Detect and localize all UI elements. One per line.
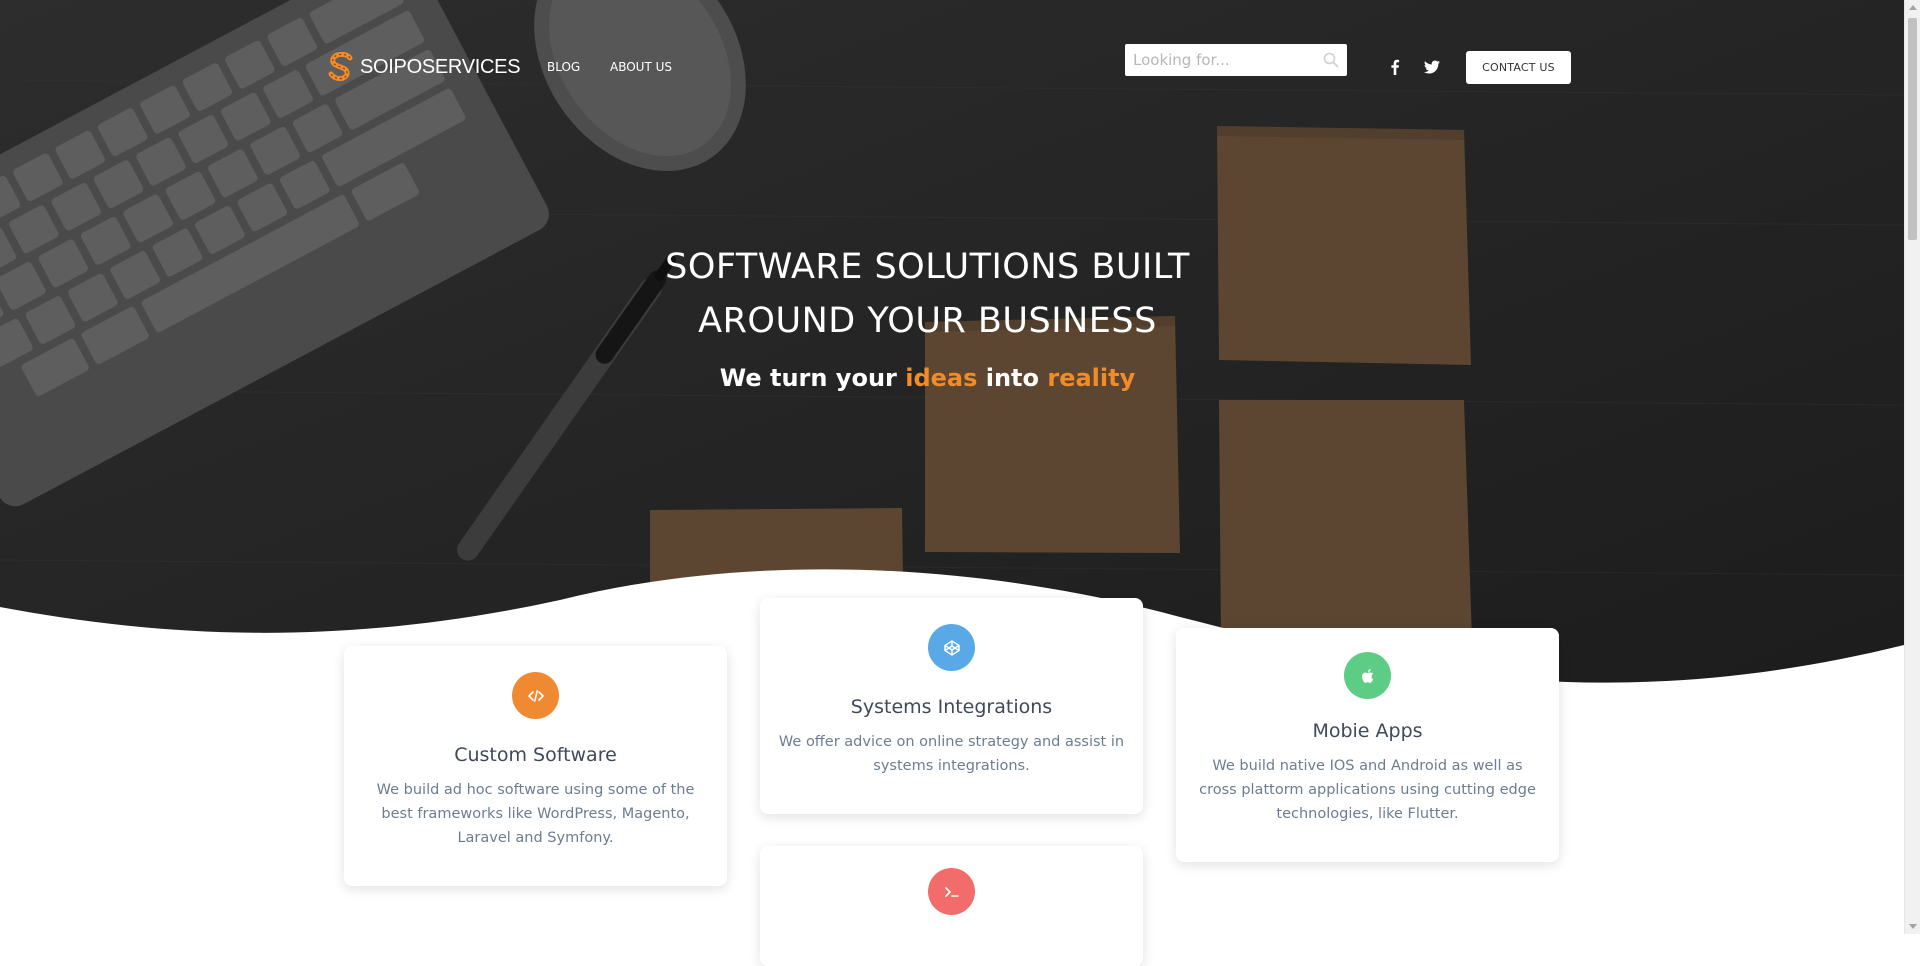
- hero-title-line-2: AROUND YOUR BUSINESS: [698, 301, 1157, 341]
- service-title: Systems Integrations: [850, 696, 1053, 718]
- service-card-mobile-apps: Mobie Apps We build native IOS and Andro…: [1176, 628, 1559, 862]
- service-card-terminal: [760, 846, 1143, 966]
- hero-subtitle: We turn your ideas into reality: [560, 364, 1295, 392]
- service-icon-badge: [928, 868, 975, 915]
- hero-title-line-1: SOFTWARE SOLUTIONS BUILT: [665, 247, 1190, 287]
- apple-icon: [1361, 668, 1373, 683]
- search-input[interactable]: [1125, 44, 1315, 76]
- site-logo[interactable]: SOIPOSERVICES: [328, 52, 521, 82]
- hero-subtitle-accent-reality: reality: [1047, 364, 1136, 392]
- service-card-custom-software: Custom Software We build ad hoc software…: [344, 646, 727, 886]
- codepen-icon: [943, 639, 960, 656]
- service-title: Mobie Apps: [1312, 720, 1423, 742]
- service-card-systems-integrations: Systems Integrations We offer advice on …: [760, 598, 1143, 814]
- service-icon-badge: [1344, 652, 1391, 699]
- search-icon[interactable]: [1323, 52, 1339, 68]
- scroll-up-arrow-icon[interactable]: [1909, 5, 1917, 10]
- service-title: Custom Software: [454, 744, 617, 766]
- hero-subtitle-accent-ideas: ideas: [905, 364, 978, 392]
- service-icon-badge: [928, 624, 975, 671]
- service-icon-badge: [512, 672, 559, 719]
- service-description: We build ad hoc software using some of t…: [376, 782, 695, 846]
- nav-link-blog[interactable]: BLOG: [547, 60, 580, 74]
- code-icon: [527, 689, 544, 702]
- hero-subtitle-part-1: We turn your: [719, 364, 906, 392]
- service-description: We offer advice on online strategy and a…: [778, 734, 1125, 774]
- scroll-down-arrow-icon[interactable]: [1909, 924, 1917, 929]
- page-scrollbar[interactable]: [1904, 0, 1920, 934]
- nav-link-about-us[interactable]: ABOUT US: [610, 60, 672, 74]
- terminal-icon: [944, 886, 959, 897]
- scrollbar-thumb[interactable]: [1908, 18, 1917, 240]
- facebook-icon[interactable]: [1386, 58, 1404, 76]
- logo-s-icon: [328, 52, 353, 82]
- service-description: We build native IOS and Android as well …: [1199, 758, 1536, 822]
- twitter-icon[interactable]: [1423, 58, 1441, 76]
- logo-text: SOIPOSERVICES: [360, 55, 521, 78]
- contact-us-button[interactable]: CONTACT US: [1466, 51, 1571, 84]
- hero-title: SOFTWARE SOLUTIONS BUILT AROUND YOUR BUS…: [560, 240, 1295, 348]
- hero-subtitle-part-2: into: [977, 364, 1048, 392]
- search-box[interactable]: [1125, 44, 1347, 76]
